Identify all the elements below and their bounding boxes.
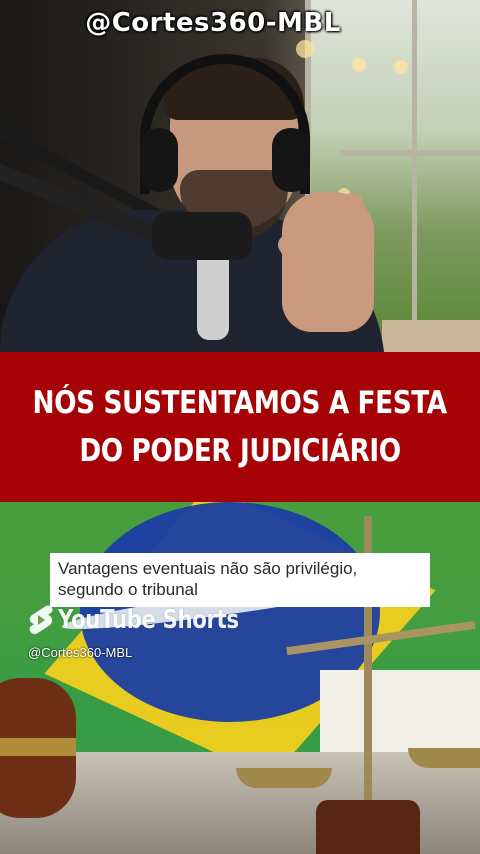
caption-line-1: Vantagens eventuais não são privilégio,	[58, 559, 358, 578]
youtube-shorts-watermark: YouTube Shorts	[28, 604, 278, 636]
scale-dish	[236, 768, 332, 788]
top-watermark: @Cortes360-MBL	[0, 8, 480, 38]
caption-line-2: segundo o tribunal	[58, 580, 198, 599]
window-frame	[340, 150, 480, 156]
scale-dish	[408, 748, 480, 768]
gavel-ring	[0, 738, 76, 756]
microphone-icon	[152, 212, 252, 260]
news-caption-box: Vantagens eventuais não são privilégio, …	[50, 553, 430, 607]
headphone-cup	[272, 128, 310, 192]
bokeh-light	[394, 60, 408, 74]
top-watermark-text: @Cortes360-MBL	[85, 8, 341, 38]
scale-base	[316, 800, 420, 854]
top-video-image	[0, 0, 480, 352]
bokeh-light	[296, 40, 314, 58]
headline-line-2: DO PODER JUDICIÁRIO	[79, 433, 401, 469]
shorts-video-frame[interactable]: @Cortes360-MBL NÓS SUSTENTAMOS A FESTA D…	[0, 0, 480, 854]
window-sill	[382, 320, 480, 352]
headline-banner: NÓS SUSTENTAMOS A FESTA DO PODER JUDICIÁ…	[0, 352, 480, 502]
bokeh-light	[352, 58, 366, 72]
headline-line-1: NÓS SUSTENTAMOS A FESTA	[32, 385, 448, 421]
youtube-shorts-icon	[28, 604, 54, 636]
headphone-cup	[140, 128, 178, 192]
channel-handle[interactable]: @Cortes360-MBL	[28, 645, 132, 660]
youtube-shorts-label: YouTube Shorts	[58, 605, 239, 635]
window-frame	[412, 0, 417, 330]
